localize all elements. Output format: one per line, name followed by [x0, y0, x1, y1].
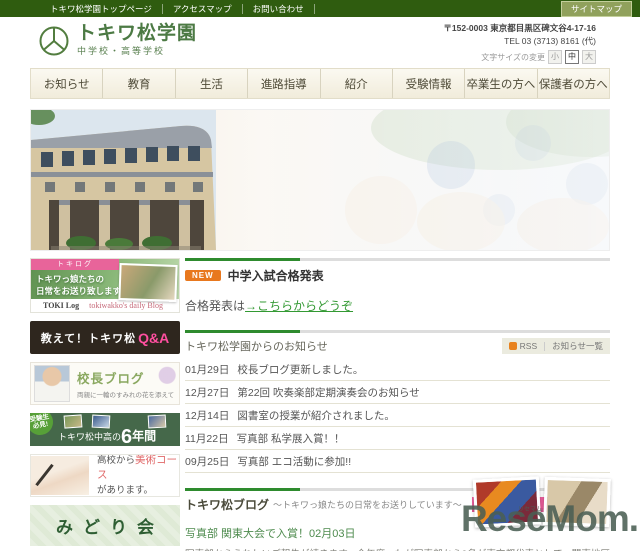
news-list-link[interactable]: お知らせ一覧: [552, 340, 603, 352]
blog-section-title: トキワ松ブログ: [185, 498, 270, 512]
tokilog-copy-line2: 日常をお送り致します: [36, 286, 122, 296]
six-years-prefix: トキワ松中高の: [58, 432, 122, 442]
page: トキワ松学園トップページ アクセスマップ お問い合わせ サイトマップ トキワ松学…: [0, 0, 640, 551]
blog-section-subtitle: ～トキワっ娘たちの日常をお送りしています～: [273, 500, 462, 510]
news-row: 12月27日 第22回 吹奏楽部定期演奏会のお知らせ: [185, 381, 610, 404]
tokilog-copy-line1: トキワっ娘たちの: [36, 274, 105, 284]
banner-six-years[interactable]: 受験生 必見! トキワ松中高の6年間: [30, 413, 180, 446]
principal-photo: [34, 365, 70, 402]
qa-banner-accent: Q&A: [138, 329, 170, 346]
nav-item-news[interactable]: お知らせ: [31, 69, 104, 98]
news-date: 12月14日: [185, 409, 230, 422]
exam-must-see-badge: 受験生 必見!: [30, 413, 56, 438]
banner-qa[interactable]: 教えて！トキワ松 Q&A: [30, 321, 180, 354]
global-nav: お知らせ 教育 生活 進路指導 紹介 受験情報 卒業生の方へ 保護者の方へ: [30, 68, 610, 99]
news-row: 09月25日 写真部 エコ活動に参加!!: [185, 450, 610, 473]
sitemap-button[interactable]: サイトマップ: [560, 0, 632, 17]
nav-item-life[interactable]: 生活: [176, 69, 249, 98]
font-size-medium-button[interactable]: 中: [565, 50, 579, 64]
news-toolbar: RSS お知らせ一覧: [501, 338, 610, 354]
news-link[interactable]: 写真部 エコ活動に参加!!: [237, 454, 351, 469]
news-row: 01月29日 校長ブログ更新しました。: [185, 358, 610, 381]
news-link[interactable]: 図書室の授業が紹介されました。: [237, 408, 395, 423]
tokilog-badge: トキログ: [31, 259, 119, 270]
nav-item-intro[interactable]: 紹介: [321, 69, 393, 98]
banner-principal-blog[interactable]: 校長ブログ 両親に一輪のすみれの花を添えて: [30, 362, 180, 405]
news-date: 12月27日: [185, 386, 230, 399]
topbar-link-home[interactable]: トキワ松学園トップページ: [40, 3, 163, 14]
font-size-label: 文字サイズの変更: [481, 52, 545, 62]
banner-midori-kai[interactable]: みどり会: [30, 505, 180, 546]
phone-number: TEL 03 (3713) 8161 (代): [504, 36, 596, 47]
news-link[interactable]: 第22回 吹奏楽部定期演奏会のお知らせ: [237, 385, 419, 400]
news-link[interactable]: 校長ブログ更新しました。: [237, 362, 363, 377]
midori-kai-text: みどり会: [56, 518, 164, 537]
font-size-control: 文字サイズの変更 小 中 大: [481, 50, 596, 64]
tokilog-subtitle-en: tokiwakko's daily Blog: [89, 301, 163, 310]
principal-blog-title: 校長ブログ: [77, 372, 145, 386]
nav-item-alumni[interactable]: 卒業生の方へ: [465, 69, 538, 98]
art-course-line1-prefix: 高校から: [97, 454, 136, 466]
site-header: トキワ松学園 中学校・高等学校 〒152-0003 東京都目黒区碑文谷4-17-…: [0, 17, 640, 66]
topbar-link-contact[interactable]: お問い合わせ: [243, 3, 315, 14]
nav-item-education[interactable]: 教育: [103, 69, 176, 98]
font-size-small-button[interactable]: 小: [548, 50, 562, 64]
resemom-watermark: ReseMom. リセマム: [460, 498, 639, 539]
nav-item-career[interactable]: 進路指導: [248, 69, 321, 98]
school-logo-icon: [39, 26, 69, 55]
tokilog-photo: [118, 262, 178, 303]
utility-bar: トキワ松学園トップページ アクセスマップ お問い合わせ サイトマップ: [0, 0, 640, 17]
topbar-link-access-map[interactable]: アクセスマップ: [163, 3, 243, 14]
new-badge: NEW: [185, 270, 221, 281]
nav-item-parents[interactable]: 保護者の方へ: [538, 69, 609, 98]
school-name: トキワ松学園: [77, 23, 198, 44]
sidebar: トキログ トキワっ娘たちの 日常をお送り致します TOKI Log tokiwa…: [30, 258, 180, 551]
school-subname: 中学校・高等学校: [77, 46, 166, 56]
news-row: 11月22日 写真部 私学展入賞！！: [185, 427, 610, 450]
principal-blog-subtitle: 両親に一輪のすみれの花を添えて: [77, 392, 175, 399]
art-course-photo: [31, 456, 89, 495]
section-divider: [185, 258, 610, 261]
news-row: 12月14日 図書室の授業が紹介されました。: [185, 404, 610, 427]
section-divider: [185, 330, 610, 333]
school-logo[interactable]: トキワ松学園 中学校・高等学校: [38, 24, 197, 57]
font-size-large-button[interactable]: 大: [582, 50, 596, 64]
hero-image: [30, 109, 610, 251]
tokilog-title-en: TOKI Log: [43, 301, 80, 310]
rss-link[interactable]: RSS: [520, 341, 537, 351]
news-section-title: トキワ松学園からのお知らせ: [185, 341, 328, 353]
postal-address: 〒152-0003 東京都目黒区碑文谷4-17-16: [443, 23, 596, 33]
news-list: 01月29日 校長ブログ更新しました。 12月27日 第22回 吹奏楽部定期演奏…: [185, 358, 610, 473]
rss-icon: [508, 342, 517, 350]
banner-tokilog-blog[interactable]: トキログ トキワっ娘たちの 日常をお送り致します TOKI Log tokiwa…: [30, 258, 180, 313]
six-years-number: 6: [121, 426, 133, 446]
news-link[interactable]: 写真部 私学展入賞！！: [237, 431, 345, 446]
nav-item-exam-info[interactable]: 受験情報: [393, 69, 466, 98]
watermark-reading: リセマム: [517, 507, 542, 513]
news-date: 01月29日: [185, 363, 230, 376]
announcement-title: 中学入試合格発表: [227, 269, 324, 283]
qa-banner-text: 教えて！トキワ松: [40, 332, 137, 345]
news-date: 09月25日: [185, 455, 230, 468]
art-course-line2: があります。: [97, 485, 154, 497]
school-address: 〒152-0003 東京都目黒区碑文谷4-17-16 TEL 03 (3713)…: [443, 22, 596, 48]
news-date: 11月22日: [185, 432, 229, 445]
banner-art-course[interactable]: 高校から美術コース があります。: [30, 454, 180, 497]
pass-announcement-link[interactable]: →こちらからどうぞ: [245, 299, 353, 313]
announcement-body: 合格発表は: [185, 299, 246, 313]
six-years-suffix: 年間: [132, 429, 157, 443]
